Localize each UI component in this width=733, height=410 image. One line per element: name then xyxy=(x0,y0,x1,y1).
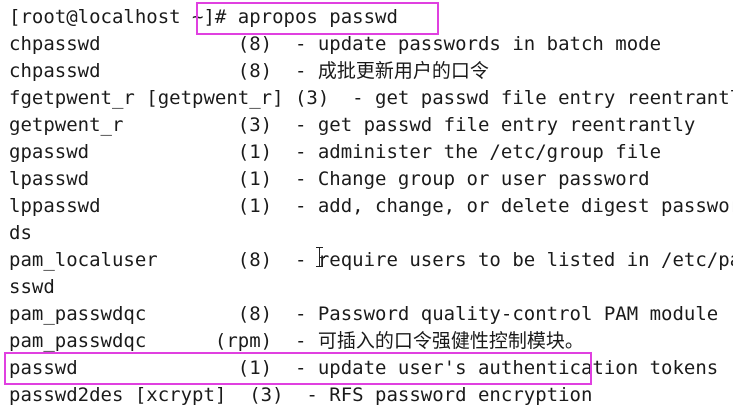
output-line: chpasswd (8) - update passwords in batch… xyxy=(9,33,662,55)
i-beam-cursor-icon xyxy=(316,247,325,267)
output-line: pam_passwdqc (8) - Password quality-cont… xyxy=(9,303,719,325)
output-line: sswd xyxy=(9,276,55,298)
output-line: fgetpwent_r [getpwent_r] (3) - get passw… xyxy=(9,87,733,109)
output-line: passwd2des [xcrypt] (3) - RFS password e… xyxy=(9,384,593,406)
output-line: pam_passwdqc (rpm) - 可插入的口令强健性控制模块。 xyxy=(9,330,584,352)
terminal-window[interactable]: [root@localhost ~]# apropos passwd chpas… xyxy=(0,0,733,410)
output-line: getpwent_r (3) - get passwd file entry r… xyxy=(9,114,696,136)
command-prompt-line: [root@localhost ~]# apropos passwd xyxy=(9,6,398,28)
output-line: pam_localuser (8) - require users to be … xyxy=(9,249,733,271)
output-line-passwd: passwd (1) - update user's authenticatio… xyxy=(9,357,719,379)
output-line: gpasswd (1) - administer the /etc/group … xyxy=(9,141,662,163)
output-line: lpasswd (1) - Change group or user passw… xyxy=(9,168,650,190)
output-line: ds xyxy=(9,222,32,244)
output-line: lppasswd (1) - add, change, or delete di… xyxy=(9,195,733,217)
output-line: chpasswd (8) - 成批更新用户的口令 xyxy=(9,60,489,82)
